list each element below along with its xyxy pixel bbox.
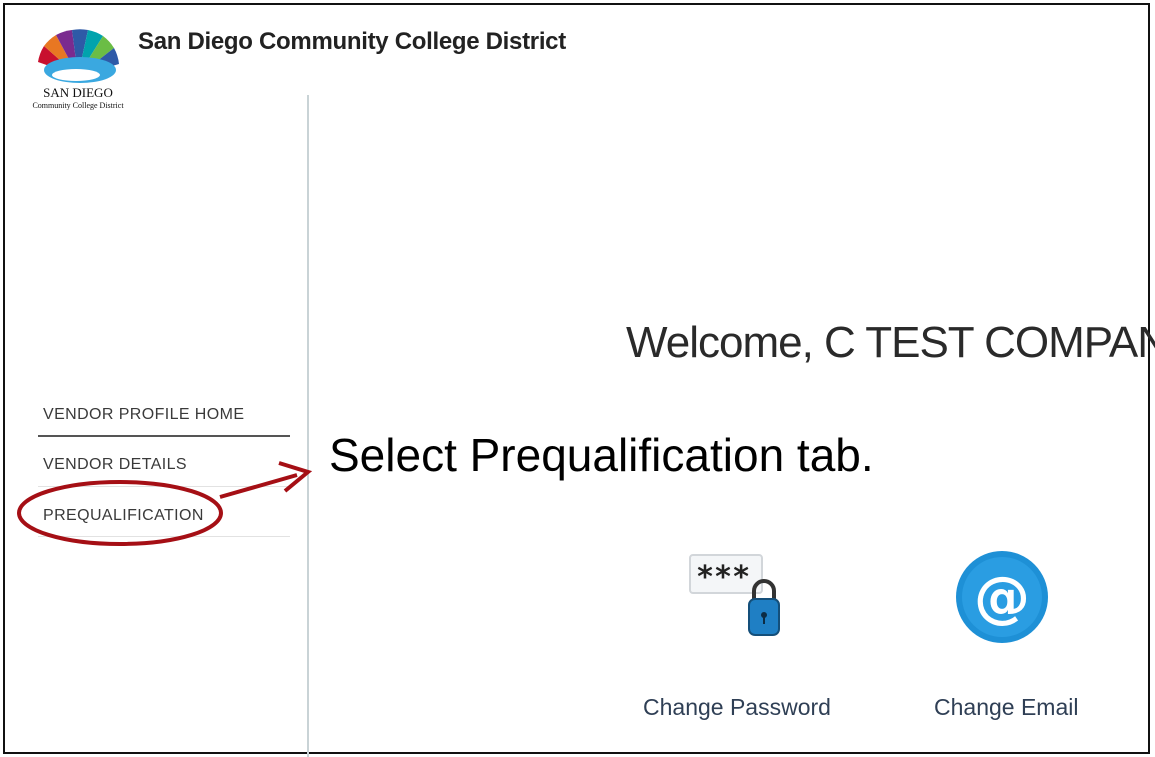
sidebar-item-vendor-details[interactable]: VENDOR DETAILS	[43, 456, 187, 474]
active-tab-underline	[38, 435, 290, 437]
password-mask-text: ***	[696, 560, 750, 595]
change-password-link[interactable]: Change Password	[643, 694, 831, 721]
sidebar-separator	[38, 486, 290, 487]
sidebar-divider	[307, 95, 309, 757]
at-symbol: @	[974, 565, 1030, 630]
sidebar-item-vendor-profile-home[interactable]: VENDOR PROFILE HOME	[43, 406, 244, 424]
logo-name: SAN DIEGO	[43, 85, 113, 100]
password-lock-icon[interactable]: ***	[688, 547, 788, 639]
instruction-callout: Select Prequalification tab.	[329, 429, 874, 481]
welcome-heading: Welcome, C TEST COMPANY!	[626, 318, 1155, 367]
sidebar-separator	[38, 536, 290, 537]
app-title: San Diego Community College District	[138, 28, 566, 55]
sunburst-logo-icon	[38, 29, 119, 83]
district-logo[interactable]: SAN DIEGO Community College District	[22, 6, 134, 114]
change-email-link[interactable]: Change Email	[934, 694, 1078, 721]
logo-subtitle: Community College District	[32, 101, 124, 110]
email-at-icon[interactable]: @	[955, 550, 1049, 644]
sidebar-item-prequalification[interactable]: PREQUALIFICATION	[43, 507, 204, 525]
